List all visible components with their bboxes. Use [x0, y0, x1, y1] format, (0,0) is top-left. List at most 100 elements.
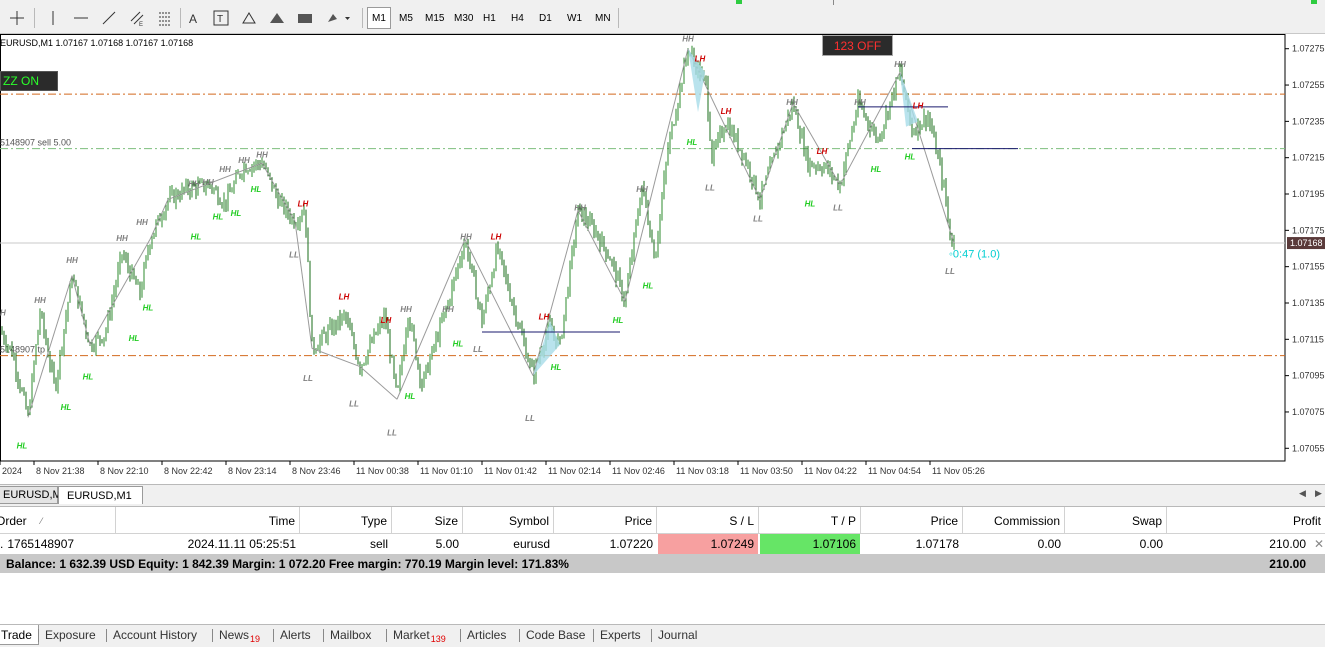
close-position-icon[interactable]: ✕: [1310, 534, 1325, 554]
column-header-size[interactable]: Size: [392, 507, 463, 534]
swing-label: HL: [805, 200, 816, 209]
tab-badge: 19: [250, 634, 261, 644]
chart-tab-1[interactable]: EURUSD,M1: [0, 486, 68, 504]
tp-cell[interactable]: 1.07106: [760, 534, 860, 554]
rectangle-icon[interactable]: [292, 7, 318, 29]
tab-label: Experts: [600, 628, 641, 642]
tab-separator: [519, 629, 520, 642]
sl-cell[interactable]: 1.07249: [658, 534, 758, 554]
terminal-tab-market[interactable]: Market 139: [387, 625, 452, 645]
fibonacci-icon[interactable]: [152, 7, 178, 29]
price-chart[interactable]: 5148907 sl5148907 sell 5.005148907 tpHHH…: [0, 34, 1325, 484]
time-tick-label: 11 Nov 03:50: [740, 466, 793, 476]
column-header-profit[interactable]: Profit: [1167, 507, 1325, 534]
timeframe-m1-button[interactable]: M1: [367, 7, 391, 29]
pattern-toggle-button[interactable]: 123 OFF: [822, 35, 893, 56]
swing-label: HL: [231, 209, 242, 218]
svg-text:T: T: [217, 14, 223, 25]
zigzag-toggle-button[interactable]: ZZ ON: [0, 71, 58, 91]
timeframe-h1-button[interactable]: H1: [479, 7, 500, 29]
symbol-cell: eurusd: [513, 537, 550, 551]
timeframe-m5-button[interactable]: M5: [395, 7, 417, 29]
column-header-commission[interactable]: Commission: [963, 507, 1065, 534]
text-label-icon[interactable]: T: [208, 7, 234, 29]
horizontal-line-icon[interactable]: [68, 7, 94, 29]
text-icon[interactable]: A: [180, 7, 206, 29]
swing-label: HH: [136, 218, 148, 227]
terminal-tab-exposure[interactable]: Exposure: [39, 625, 102, 645]
zigzag-segment: [149, 199, 169, 240]
vertical-line-icon[interactable]: [40, 7, 66, 29]
chart-canvas[interactable]: 5148907 sl5148907 sell 5.005148907 tpHHH…: [0, 34, 1325, 484]
swing-label: HH: [66, 256, 78, 265]
scroll-right-icon[interactable]: ▶: [1315, 488, 1322, 499]
timeframe-m30-button[interactable]: M30: [450, 7, 477, 29]
terminal-tab-articles[interactable]: Articles: [461, 625, 512, 645]
tab-label: Exposure: [45, 628, 96, 642]
column-header-tp[interactable]: T / P: [759, 507, 861, 534]
swing-label: HL: [251, 185, 262, 194]
swing-label: HL: [191, 232, 202, 241]
object-menu-icon[interactable]: [322, 7, 354, 29]
timeframe-w1-button[interactable]: W1: [563, 7, 586, 29]
tab-separator: [38, 629, 39, 642]
balance-profit: 210.00: [1269, 556, 1306, 571]
price-tick-label: 1.07075: [1292, 407, 1325, 417]
tab-separator: [593, 629, 594, 642]
terminal-tab-experts[interactable]: Experts: [594, 625, 647, 645]
column-header-price[interactable]: Price: [554, 507, 657, 534]
terminal-tab-news[interactable]: News 19: [213, 625, 266, 645]
swing-label: LH: [298, 200, 309, 209]
terminal-tab-bar: Trade Exposure Account History News 19 Alerts…: [0, 624, 1325, 647]
table-row[interactable]: . 1765148907 2024.11.11 05:25:51 sell 5.0…: [0, 534, 1325, 554]
sell-order-label: 5148907 sell 5.00: [0, 138, 71, 148]
chart-toolbar: E A T M1 M5 M15 M30 H1 H4 D1 W1 MN: [0, 0, 1325, 34]
channel-icon[interactable]: E: [124, 7, 150, 29]
timeframe-h4-button[interactable]: H4: [507, 7, 528, 29]
column-header-type[interactable]: Type: [300, 507, 392, 534]
terminal-tab-code-base[interactable]: Code Base: [520, 625, 591, 645]
column-header-current-price[interactable]: Price: [861, 507, 963, 534]
sort-icon: ⁄: [40, 515, 43, 526]
chart-tab-2[interactable]: EURUSD,M1: [58, 486, 143, 504]
swing-label: LL: [303, 374, 313, 383]
swap-cell: 0.00: [1139, 537, 1163, 551]
swing-label: LH: [695, 54, 706, 63]
column-header-sl[interactable]: S / L: [657, 507, 759, 534]
swing-label: HL: [687, 138, 698, 147]
terminal-tab-trade[interactable]: Trade: [0, 625, 39, 645]
swing-label: LH: [381, 316, 392, 325]
price-tick-label: 1.07275: [1292, 44, 1325, 54]
trade-table-header: Order ⁄ Time Type Size Symbol Price S / L…: [0, 507, 1325, 534]
swing-label: HL: [213, 212, 224, 221]
trendline-icon[interactable]: [96, 7, 122, 29]
swing-label: HH: [34, 296, 46, 305]
timeframe-d1-button[interactable]: D1: [535, 7, 556, 29]
column-header-symbol[interactable]: Symbol: [463, 507, 554, 534]
column-header-time[interactable]: Time: [116, 507, 300, 534]
swing-label: HH: [786, 98, 798, 107]
terminal-tab-alerts[interactable]: Alerts: [274, 625, 317, 645]
column-header-swap[interactable]: Swap: [1065, 507, 1167, 534]
terminal-tab-mailbox[interactable]: Mailbox: [324, 625, 377, 645]
triangle-icon[interactable]: [264, 7, 290, 29]
scroll-left-icon[interactable]: ◀: [1299, 488, 1306, 499]
tab-separator: [212, 629, 213, 642]
swing-label: LL: [833, 203, 843, 212]
timeframe-mn-button[interactable]: MN: [591, 7, 615, 29]
terminal-tab-account-history[interactable]: Account History: [107, 625, 203, 645]
tab-label: Alerts: [280, 628, 311, 642]
trade-terminal: Order ⁄ Time Type Size Symbol Price S / L…: [0, 506, 1325, 624]
column-header-order[interactable]: Order ⁄: [0, 507, 116, 534]
svg-text:A: A: [189, 12, 197, 26]
profit-cell: 210.00: [1269, 537, 1306, 551]
pattern-highlight: [900, 72, 918, 127]
swing-label: HH: [219, 165, 231, 174]
terminal-tab-journal[interactable]: Journal: [652, 625, 703, 645]
zigzag-segment: [759, 103, 794, 200]
timeframe-m15-button[interactable]: M15: [421, 7, 448, 29]
triangle-outline-icon[interactable]: [236, 7, 262, 29]
swing-label: HL: [17, 441, 28, 450]
swing-label: LL: [289, 251, 299, 260]
crosshair-icon[interactable]: [4, 7, 30, 29]
